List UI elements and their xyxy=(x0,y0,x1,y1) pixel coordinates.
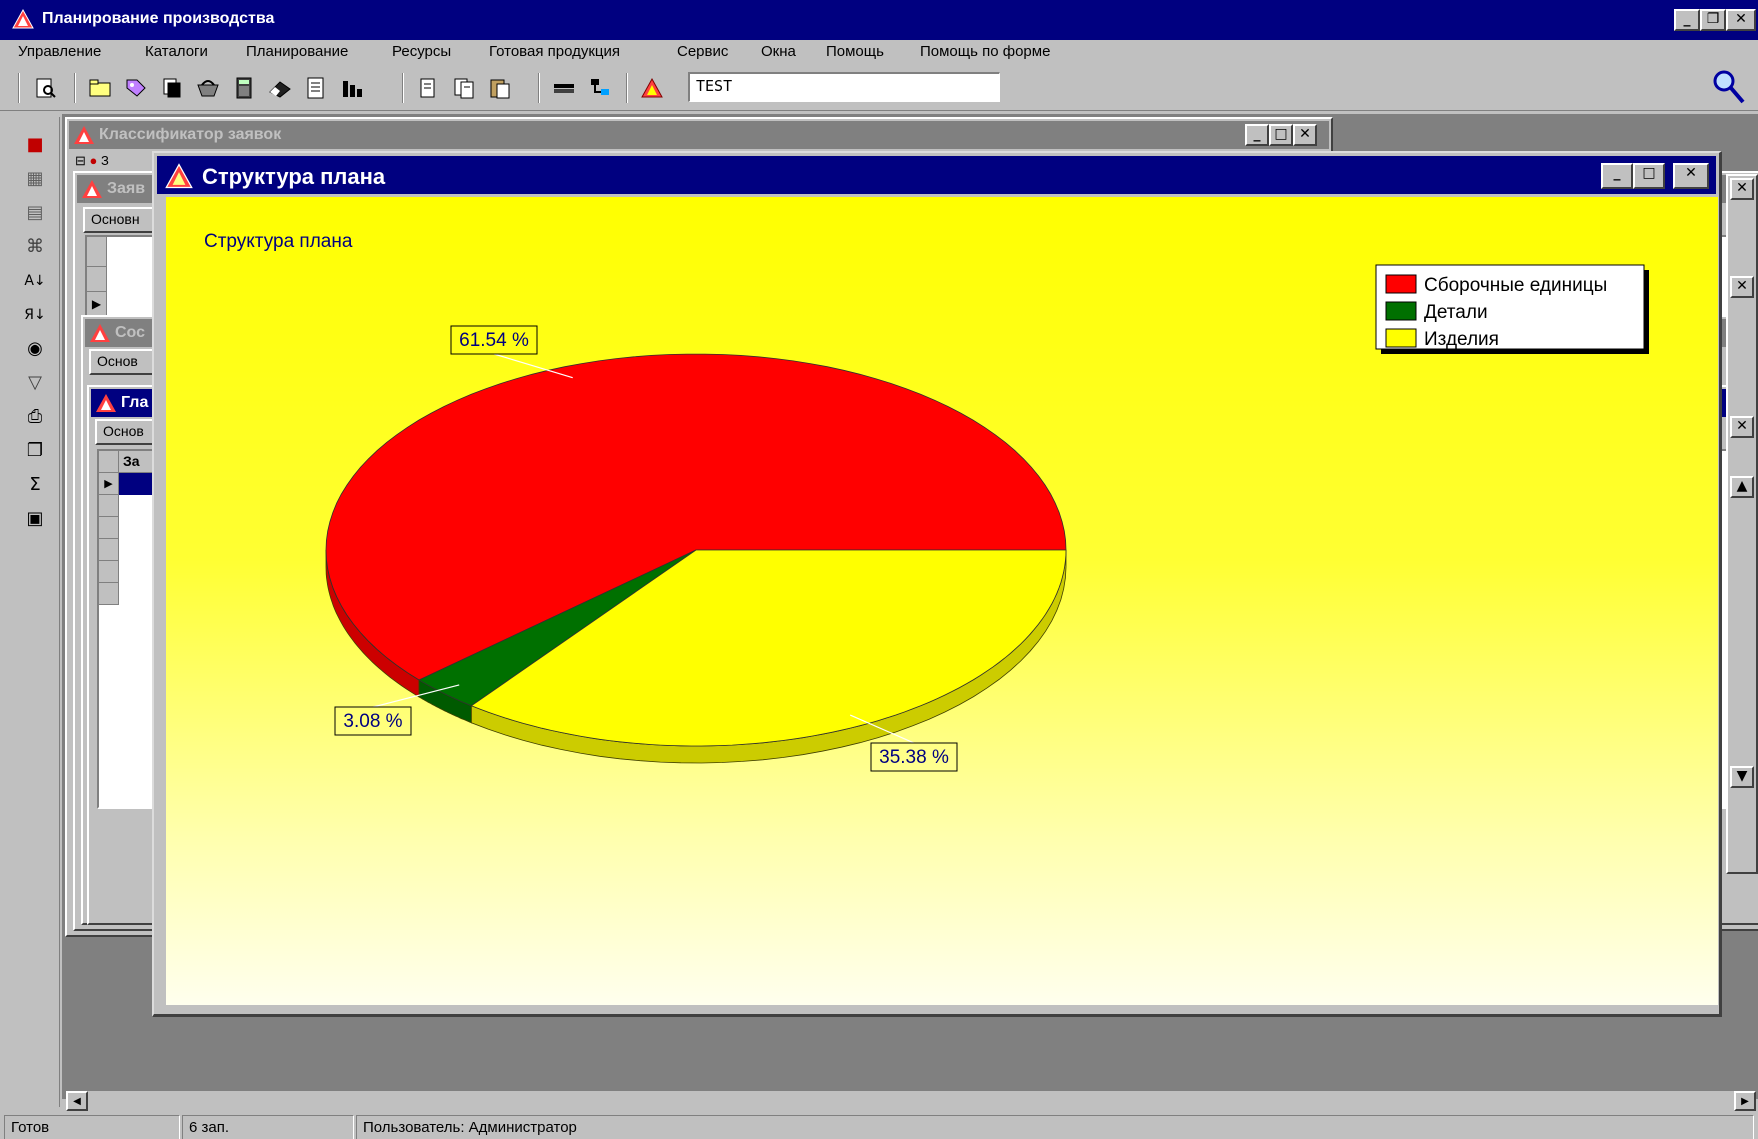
basket-icon[interactable] xyxy=(196,77,220,99)
tag-icon[interactable] xyxy=(124,77,148,99)
stack-icon[interactable] xyxy=(552,77,576,99)
value-label-2: 35.38 % xyxy=(879,747,949,768)
scroll-left-button[interactable]: ◀ xyxy=(66,1091,88,1111)
plan-structure-window[interactable]: Структура плана _ □ ✕ Структура плана 61… xyxy=(152,151,1722,1017)
classifier-maximize-button[interactable]: □ xyxy=(1269,124,1293,146)
plan-structure-title-bar: Структура плана _ □ ✕ xyxy=(157,156,1716,194)
scroll-down-button[interactable]: ▼ xyxy=(1730,766,1754,788)
menu-form-help[interactable]: Помощь по форме xyxy=(920,43,1050,60)
window-logo-icon xyxy=(90,324,110,342)
window-logo-icon xyxy=(96,394,116,412)
preview-icon[interactable]: ❐ xyxy=(23,439,47,463)
chart-legend: Сборочные единицы Детали Изделия xyxy=(1375,264,1649,354)
toolbar: TEST xyxy=(0,65,1758,111)
menu-help[interactable]: Помощь xyxy=(826,43,884,60)
menu-planning[interactable]: Планирование xyxy=(246,43,348,60)
tree-item[interactable]: ⊟ ● З xyxy=(75,153,109,169)
filter-icon[interactable]: ▽ xyxy=(23,371,47,395)
window-logo-icon xyxy=(82,180,102,198)
window-logo-icon xyxy=(165,163,193,189)
chart-minimize-button[interactable]: _ xyxy=(1601,163,1633,189)
search-icon[interactable] xyxy=(1712,69,1746,105)
app-title-bar: Планирование производства _ ❐ ✕ xyxy=(0,0,1758,40)
requests-title: Заяв xyxy=(107,180,146,197)
logo-icon[interactable] xyxy=(640,77,664,99)
folder-icon[interactable] xyxy=(88,77,112,99)
legend-swatch-1 xyxy=(1385,301,1417,321)
restore-app-button[interactable]: ❐ xyxy=(1700,9,1726,31)
background-window-edge: ✕ ✕ ✕ ▲ ▼ xyxy=(1726,174,1758,874)
menu-control[interactable]: Управление xyxy=(18,43,101,60)
form-icon[interactable]: ▤ xyxy=(23,201,47,225)
calculator-icon[interactable] xyxy=(232,77,256,99)
chart-title: Структура плана xyxy=(204,231,353,252)
close-app-button[interactable]: ✕ xyxy=(1726,9,1756,31)
menu-windows[interactable]: Окна xyxy=(761,43,796,60)
scroll-up-button[interactable]: ▲ xyxy=(1730,476,1754,498)
status-state: Готов xyxy=(4,1115,180,1139)
sum-icon[interactable]: Σ xyxy=(23,473,47,497)
background-close-button[interactable]: ✕ xyxy=(1730,178,1754,200)
page-icon[interactable] xyxy=(416,77,440,99)
menu-bar: Управление Каталоги Планирование Ресурсы… xyxy=(0,40,1758,64)
chart-area: Структура плана 61.54 % 3.08 % 35.38 % Сбо… xyxy=(166,197,1718,1005)
status-user: Пользователь: Администратор xyxy=(356,1115,1754,1139)
chart-icon[interactable] xyxy=(340,77,364,99)
background-close-button-3[interactable]: ✕ xyxy=(1730,416,1754,438)
print-icon[interactable]: ⎙ xyxy=(23,405,47,429)
app-title: Планирование производства xyxy=(42,10,275,27)
scroll-right-button[interactable]: ▶ xyxy=(1734,1091,1756,1111)
minimize-app-button[interactable]: _ xyxy=(1674,9,1700,31)
left-toolbar: ■ ▦ ▤ ⌘ A↓ Я↓ ◉ ▽ ⎙ ❐ Σ ▣ xyxy=(10,117,60,1107)
chart-close-button[interactable]: ✕ xyxy=(1673,163,1709,189)
plan-structure-title: Структура плана xyxy=(202,164,386,189)
background-close-button-2[interactable]: ✕ xyxy=(1730,276,1754,298)
app-logo-icon xyxy=(12,9,34,29)
search-input[interactable]: TEST xyxy=(688,72,1000,102)
classifier-close-button[interactable]: ✕ xyxy=(1293,124,1317,146)
tree-icon[interactable] xyxy=(588,77,612,99)
legend-label-1: Детали xyxy=(1424,302,1488,323)
pages-icon[interactable] xyxy=(452,77,476,99)
paste-icon[interactable] xyxy=(488,77,512,99)
status-bar: Готов 6 зап. Пользователь: Администратор xyxy=(0,1113,1758,1139)
value-label-1: 3.08 % xyxy=(343,711,402,732)
pie-chart: Структура плана 61.54 % 3.08 % 35.38 % Сбо… xyxy=(204,231,1649,772)
menu-catalogs[interactable]: Каталоги xyxy=(145,43,208,60)
window-logo-icon xyxy=(74,126,94,144)
copy-icon[interactable] xyxy=(160,77,184,99)
sort-desc-icon[interactable]: Я↓ xyxy=(23,303,47,327)
classifier-title-bar: Классификатор заявок _ □ ✕ xyxy=(69,121,1329,149)
legend-swatch-2 xyxy=(1385,328,1417,348)
classifier-minimize-button[interactable]: _ xyxy=(1245,124,1269,146)
save-icon[interactable]: ▣ xyxy=(23,507,47,531)
menu-finished-products[interactable]: Готовая продукция xyxy=(489,43,620,60)
composition-title: Сос xyxy=(115,324,146,341)
edit-icon[interactable]: ▦ xyxy=(23,167,47,191)
legend-label-0: Сборочные единицы xyxy=(1424,275,1607,296)
link-icon[interactable]: ⌘ xyxy=(23,235,47,259)
chart-maximize-button[interactable]: □ xyxy=(1633,163,1665,189)
document-icon[interactable] xyxy=(304,77,328,99)
preview-icon[interactable] xyxy=(34,77,58,99)
pie-slices xyxy=(325,353,1067,747)
menu-service[interactable]: Сервис xyxy=(677,43,728,60)
sort-asc-icon[interactable]: A↓ xyxy=(23,269,47,293)
classifier-title: Классификатор заявок xyxy=(99,126,282,143)
horizontal-scrollbar[interactable]: ◀ ▶ xyxy=(66,1090,1756,1111)
legend-swatch-0 xyxy=(1385,274,1417,294)
legend-label-2: Изделия xyxy=(1424,329,1499,350)
main-plan-title: Гла xyxy=(121,394,149,411)
card-icon[interactable]: ■ xyxy=(23,133,47,157)
eraser-icon[interactable] xyxy=(268,77,292,99)
menu-resources[interactable]: Ресурсы xyxy=(392,43,451,60)
status-records: 6 зап. xyxy=(182,1115,354,1139)
value-label-0: 61.54 % xyxy=(459,330,529,351)
binoculars-icon[interactable]: ◉ xyxy=(23,337,47,361)
